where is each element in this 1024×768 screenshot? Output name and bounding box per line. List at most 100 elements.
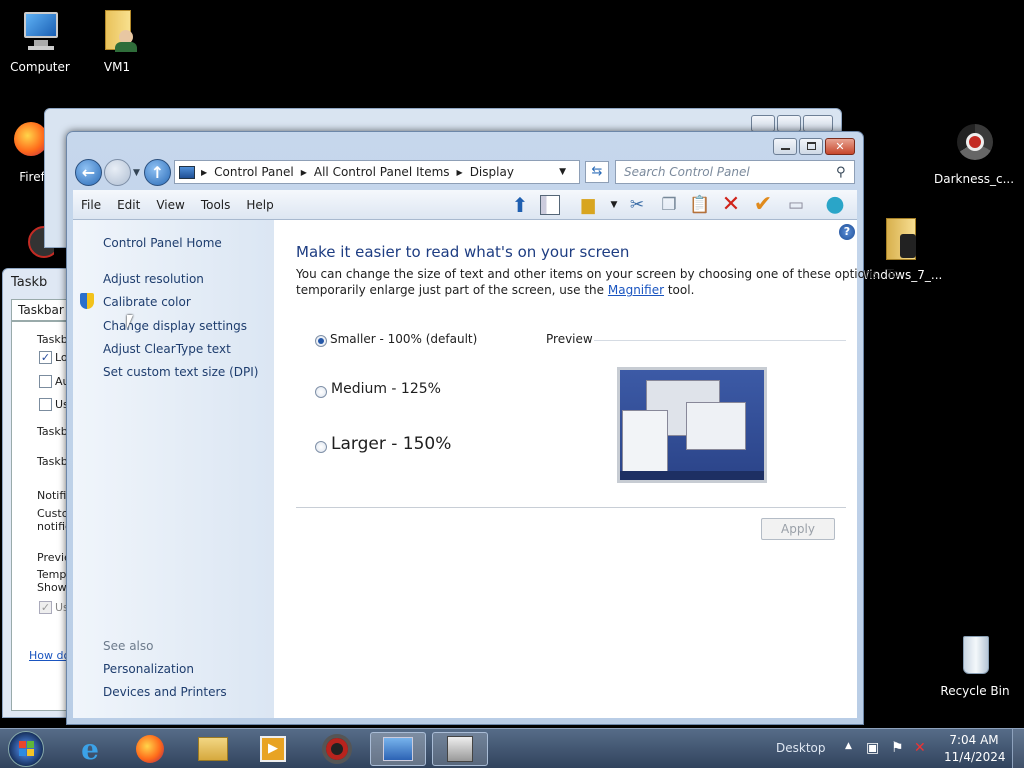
- user-folder-icon: [95, 8, 139, 54]
- maximize-button[interactable]: [799, 138, 823, 155]
- taskbar-properties-window[interactable]: Taskb Taskbar Taskb ✓ Lo Au Us Taskb Tas…: [2, 268, 73, 718]
- cut-icon[interactable]: ✂: [626, 195, 648, 215]
- sidebar-item-custom-dpi[interactable]: Set custom text size (DPI): [103, 365, 258, 379]
- properties-check-icon[interactable]: ✔: [752, 194, 774, 216]
- copy-icon[interactable]: ❐: [658, 195, 680, 215]
- menu-help[interactable]: Help: [238, 198, 281, 212]
- recycle-bin-desktop-icon[interactable]: Recycle Bin: [935, 632, 1015, 698]
- main-content: ? Make it easier to read what's on your …: [274, 220, 899, 718]
- display-control-panel-window[interactable]: ✕ ← ▼ ↑ ▶ Control Panel ▶ All Control Pa…: [66, 131, 899, 725]
- menu-view[interactable]: View: [148, 198, 192, 212]
- sidebar-item-home[interactable]: Control Panel Home: [103, 236, 222, 250]
- firefox-taskbar-button[interactable]: [122, 732, 178, 766]
- checkbox[interactable]: ✓: [39, 601, 52, 614]
- checkbox[interactable]: ✓: [39, 351, 52, 364]
- minimize-button[interactable]: [773, 138, 797, 155]
- chrome-dark-taskbar-button[interactable]: [309, 732, 365, 766]
- recent-pages-chevron-icon[interactable]: ▼: [133, 168, 140, 178]
- breadcrumb-all-items[interactable]: All Control Panel Items: [314, 165, 450, 179]
- show-desktop-button[interactable]: [1012, 729, 1024, 768]
- row-label: Show: [37, 581, 67, 594]
- description-line-1: You can change the size of text and othe…: [296, 267, 900, 281]
- delete-icon[interactable]: ✕: [720, 194, 742, 216]
- apply-button[interactable]: Apply: [761, 518, 835, 540]
- menu-edit[interactable]: Edit: [109, 198, 148, 212]
- taskbar: e ▶ Desktop ▲ ▣ ⚑ ✕ 7:04 AM 11/4/2024: [0, 728, 1024, 768]
- views-dropdown-icon[interactable]: ▼: [603, 195, 625, 215]
- sidebar-item-devices-printers[interactable]: Devices and Printers: [103, 685, 227, 699]
- up-arrow-icon[interactable]: ⬆: [509, 195, 531, 215]
- explorer-taskbar-button[interactable]: [185, 732, 241, 766]
- firefox-desktop-icon[interactable]: Firef: [0, 118, 44, 184]
- views-folder-icon[interactable]: ▆: [577, 195, 599, 215]
- desktop-toolbar-label[interactable]: Desktop: [776, 741, 826, 755]
- tab-taskbar[interactable]: Taskbar: [11, 299, 73, 321]
- clock-time[interactable]: 7:04 AM: [944, 733, 1004, 747]
- search-icon[interactable]: ⚲: [836, 165, 846, 180]
- refresh-icon[interactable]: ⇆: [585, 161, 609, 183]
- description-line-2: temporarily enlarge just part of the scr…: [296, 283, 694, 297]
- radio-medium[interactable]: [315, 386, 327, 398]
- paste-icon[interactable]: 📋: [689, 195, 711, 215]
- breadcrumb-separator-icon: ▶: [456, 167, 463, 177]
- breadcrumb-control-panel[interactable]: Control Panel: [214, 165, 294, 179]
- sidebar-item-cleartype[interactable]: Adjust ClearType text: [103, 342, 231, 356]
- back-button[interactable]: ←: [75, 159, 102, 186]
- taskbar-properties-taskbar-button[interactable]: [432, 732, 488, 766]
- radio-smaller[interactable]: [315, 335, 327, 347]
- close-button[interactable]: [803, 115, 833, 132]
- help-icon[interactable]: ?: [839, 224, 855, 240]
- menu-tools[interactable]: Tools: [193, 198, 239, 212]
- option-larger-label[interactable]: Larger - 150%: [331, 434, 451, 454]
- magnifier-link[interactable]: Magnifier: [608, 283, 664, 297]
- control-panel-taskbar-button[interactable]: [370, 732, 426, 766]
- maximize-button[interactable]: [777, 115, 801, 132]
- firefox-icon: [136, 735, 164, 763]
- start-button[interactable]: [8, 731, 44, 767]
- world-icon[interactable]: ●: [824, 194, 846, 216]
- folder-icon: [878, 216, 922, 262]
- address-dropdown-icon[interactable]: ▼: [559, 167, 566, 177]
- up-button[interactable]: ↑: [144, 159, 171, 186]
- checkbox[interactable]: [39, 398, 52, 411]
- description-text: temporarily enlarge just part of the scr…: [296, 283, 605, 297]
- action-center-flag-icon[interactable]: ⚑: [891, 740, 904, 756]
- breadcrumb-display[interactable]: Display: [470, 165, 514, 179]
- recycle-bin-label: Recycle Bin: [940, 684, 1010, 698]
- clock-date[interactable]: 11/4/2024: [944, 750, 1006, 764]
- sidebar-item-display-settings[interactable]: Change display settings: [103, 319, 247, 333]
- breadcrumb-separator-icon: ▶: [300, 167, 307, 177]
- search-input[interactable]: Search Control Panel: [615, 160, 855, 184]
- description-text: tool.: [667, 283, 695, 297]
- see-also-heading: See also: [103, 639, 154, 653]
- panes-icon[interactable]: [540, 195, 562, 215]
- network-icon[interactable]: ▣: [866, 740, 879, 756]
- chrome-dark-icon: [952, 120, 996, 166]
- option-medium-label[interactable]: Medium - 125%: [331, 381, 441, 397]
- chrome-dark-icon: [322, 734, 352, 764]
- sidebar: Control Panel Home Adjust resolution Cal…: [73, 220, 274, 718]
- address-bar[interactable]: ▶ Control Panel ▶ All Control Panel Item…: [174, 160, 580, 184]
- computer-desktop-icon[interactable]: Computer: [0, 8, 80, 74]
- sidebar-item-adjust-resolution[interactable]: Adjust resolution: [103, 272, 204, 286]
- minimize-button[interactable]: [751, 115, 775, 132]
- volume-muted-icon[interactable]: ✕: [914, 740, 926, 756]
- show-hidden-icons-icon[interactable]: ▲: [845, 741, 852, 751]
- menu-file[interactable]: File: [73, 198, 109, 212]
- checkbox[interactable]: [39, 375, 52, 388]
- forward-button[interactable]: [104, 159, 131, 186]
- help-link[interactable]: How do: [29, 649, 70, 662]
- radio-larger[interactable]: [315, 441, 327, 453]
- ie-taskbar-button[interactable]: e: [62, 732, 118, 766]
- media-player-taskbar-button[interactable]: ▶: [245, 732, 301, 766]
- ie-icon: e: [81, 732, 99, 766]
- vm1-desktop-icon[interactable]: VM1: [77, 8, 157, 74]
- close-button[interactable]: ✕: [825, 138, 855, 155]
- sidebar-item-personalization[interactable]: Personalization: [103, 662, 194, 676]
- darkness-desktop-icon[interactable]: Darkness_c...: [934, 120, 1014, 186]
- rename-icon[interactable]: ▭: [785, 195, 807, 215]
- firefox-icon: [0, 118, 44, 164]
- sidebar-item-calibrate-color[interactable]: Calibrate color: [103, 295, 191, 309]
- option-smaller-label[interactable]: Smaller - 100% (default): [330, 332, 477, 346]
- breadcrumb-separator-icon: ▶: [201, 167, 208, 177]
